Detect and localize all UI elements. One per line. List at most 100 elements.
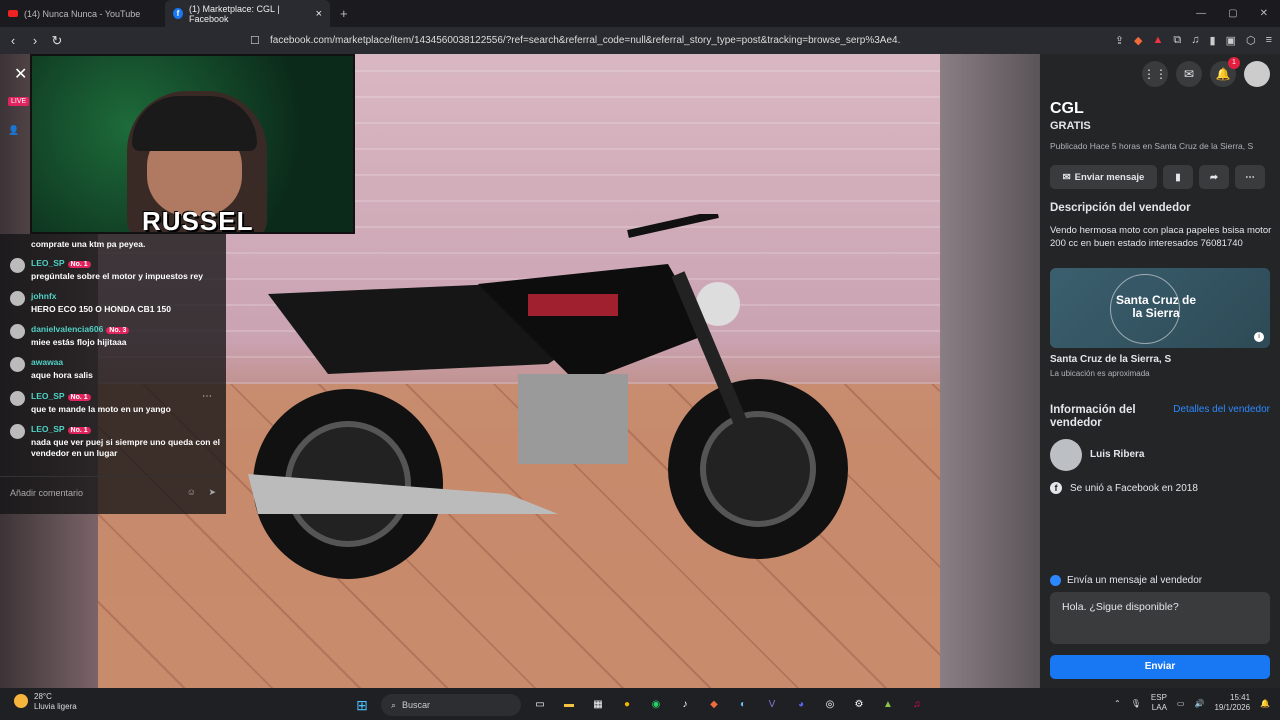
close-window-icon[interactable]: ✕	[1260, 8, 1268, 19]
location-name: Santa Cruz de la Sierra, S	[1050, 354, 1172, 365]
windows-start-icon[interactable]: ⊞	[352, 695, 372, 715]
address-bar: ‹ › ↻ ☐ facebook.com/marketplace/item/14…	[0, 27, 1280, 54]
chrome-icon[interactable]: ●	[617, 695, 637, 715]
notification-count: 1	[1228, 57, 1240, 69]
menu-grid-icon[interactable]: ⋮⋮	[1142, 61, 1168, 87]
brave-shield-icon[interactable]: ◆	[1134, 34, 1142, 47]
vivaldi-icon[interactable]: V	[762, 695, 782, 715]
seller-avatar[interactable]	[1050, 439, 1082, 471]
info-icon[interactable]: i	[1254, 332, 1264, 342]
vpn-icon[interactable]: ⬡	[1246, 34, 1256, 47]
tiktok-icon[interactable]: ♪	[675, 695, 695, 715]
youtube-icon	[8, 10, 18, 17]
chat-badge: No. 1	[67, 427, 91, 434]
seller-name[interactable]: Luis Ribera	[1090, 449, 1144, 460]
task-view-icon[interactable]: ▭	[530, 695, 550, 715]
close-viewer-icon[interactable]: ✕	[14, 64, 27, 84]
send-comment-icon[interactable]: ➤	[208, 487, 216, 498]
seller-details-link[interactable]: Detalles del vendedor	[1173, 404, 1270, 415]
chat-text: que te mande la moto en un yango	[31, 404, 171, 414]
forward-icon[interactable]: ›	[26, 33, 44, 48]
temperature: 28°C	[34, 692, 52, 701]
tab-title: (14) Nunca Nunca - YouTube	[24, 8, 141, 19]
comment-placeholder: Añadir comentario	[10, 488, 84, 498]
seller-info-heading: Información del vendedor	[1050, 404, 1136, 429]
save-button[interactable]: ▮	[1163, 165, 1193, 189]
app-icon[interactable]: ▲	[878, 695, 898, 715]
send-message-button[interactable]: ✉ Enviar mensaje	[1050, 165, 1157, 189]
obs-icon[interactable]: ◎	[820, 695, 840, 715]
send-button[interactable]: Enviar	[1050, 655, 1270, 679]
back-icon[interactable]: ‹	[4, 33, 22, 48]
steam-icon[interactable]: ◐	[733, 695, 753, 715]
messenger-icon	[1050, 575, 1061, 586]
location-note: La ubicación es aproximada	[1050, 369, 1150, 378]
avatar	[10, 291, 25, 306]
tiktok-live-icon[interactable]: ♫	[907, 695, 927, 715]
media-icon[interactable]: ♫	[1191, 34, 1199, 47]
brave-icon[interactable]: ◆	[704, 695, 724, 715]
comment-input[interactable]: Añadir comentario ☺ ➤	[0, 476, 226, 514]
weather-widget[interactable]: 28°C Lluvia ligera	[14, 692, 77, 712]
tab-youtube[interactable]: (14) Nunca Nunca - YouTube	[0, 0, 165, 27]
avatar	[10, 258, 25, 273]
minimize-icon[interactable]: —	[1196, 8, 1206, 19]
taskbar-apps: ⊞ ⌕ Buscar ▭ ▬ ▦ ● ◉ ♪ ◆ ◐ V ◕ ◎ ⚙ ▲ ♫	[352, 694, 927, 716]
menu-icon[interactable]: ≡	[1266, 34, 1272, 47]
notification-center-icon[interactable]: 🔔	[1260, 699, 1270, 708]
location-map[interactable]: Santa Cruz de la Sierra i	[1050, 268, 1270, 348]
reload-icon[interactable]: ↻	[48, 33, 66, 49]
settings-icon[interactable]: ⚙	[849, 695, 869, 715]
tab-facebook[interactable]: f (1) Marketplace: CGL | Facebook ×	[165, 0, 330, 27]
chat-badge: No. 3	[106, 327, 130, 334]
volume-icon[interactable]: 🔊	[1194, 699, 1204, 708]
share-button[interactable]: ➦	[1199, 165, 1229, 189]
taskbar-search[interactable]: ⌕ Buscar	[381, 694, 521, 716]
listing-details-panel: CGL GRATIS Publicado Hace 5 horas en San…	[1040, 94, 1280, 688]
photo-blur-right	[940, 54, 1040, 688]
language-indicator[interactable]: ESP LAA	[1151, 693, 1167, 713]
seller-description-heading: Descripción del vendedor	[1050, 202, 1191, 214]
maximize-icon[interactable]: ▢	[1228, 8, 1237, 19]
bookmark-icon[interactable]: ☐	[250, 34, 260, 47]
weather-desc: Lluvia ligera	[34, 702, 77, 711]
file-explorer-icon[interactable]: ▬	[559, 695, 579, 715]
new-tab-button[interactable]: +	[330, 6, 358, 21]
url-field[interactable]: facebook.com/marketplace/item/1434560038…	[270, 35, 900, 46]
message-input[interactable]: Hola. ¿Sigue disponible?	[1050, 592, 1270, 644]
more-button[interactable]: ⋯	[1235, 165, 1265, 189]
listing-price: GRATIS	[1050, 120, 1091, 132]
wallet-icon[interactable]: ▣	[1226, 34, 1236, 47]
date: 19/1/2026	[1214, 703, 1251, 712]
clock[interactable]: 15:41 19/1/2026	[1214, 693, 1250, 713]
profile-avatar[interactable]	[1244, 61, 1270, 87]
network-icon[interactable]: ▭	[1177, 699, 1185, 708]
extensions-icon[interactable]: ⧉	[1173, 34, 1181, 47]
whatsapp-icon[interactable]: ◉	[646, 695, 666, 715]
chat-username: LEO_SP	[31, 391, 65, 401]
posted-info: Publicado Hace 5 horas en Santa Cruz de …	[1050, 141, 1254, 151]
chat-text: miee estás flojo hijitaaa	[31, 337, 127, 347]
chat-username: johnfx	[31, 291, 57, 301]
chat-username: LEO_SP	[31, 424, 65, 434]
more-options-icon[interactable]: ⋯	[202, 391, 212, 402]
chat-text: comprate una ktm pa peyea.	[31, 239, 146, 249]
window-controls: — ▢ ✕	[1196, 8, 1280, 19]
microphone-icon[interactable]: 🎙	[1131, 699, 1141, 708]
chat-text: aque hora salis	[31, 370, 93, 380]
chat-user: danielvalencia606 No. 3	[31, 324, 130, 334]
sidebar-icon[interactable]: ▮	[1210, 34, 1216, 47]
messenger-icon[interactable]: ✉	[1176, 61, 1202, 87]
chevron-up-icon[interactable]: ⌃	[1114, 699, 1121, 708]
chat-text: pregúntale sobre el motor y impuestos re…	[31, 271, 203, 281]
motorcycle-image	[248, 214, 848, 579]
joined-info: f Se unió a Facebook en 2018	[1050, 482, 1198, 494]
discord-icon[interactable]: ◕	[791, 695, 811, 715]
emoji-icon[interactable]: ☺	[187, 487, 196, 497]
share-icon[interactable]: ⇪	[1115, 34, 1124, 47]
notifications-icon[interactable]: 🔔 1	[1210, 57, 1240, 87]
close-tab-icon[interactable]: ×	[316, 8, 322, 20]
rewards-icon[interactable]: ▲	[1153, 34, 1164, 47]
store-icon[interactable]: ▦	[588, 695, 608, 715]
message-heading-text: Envía un mensaje al vendedor	[1067, 575, 1203, 586]
